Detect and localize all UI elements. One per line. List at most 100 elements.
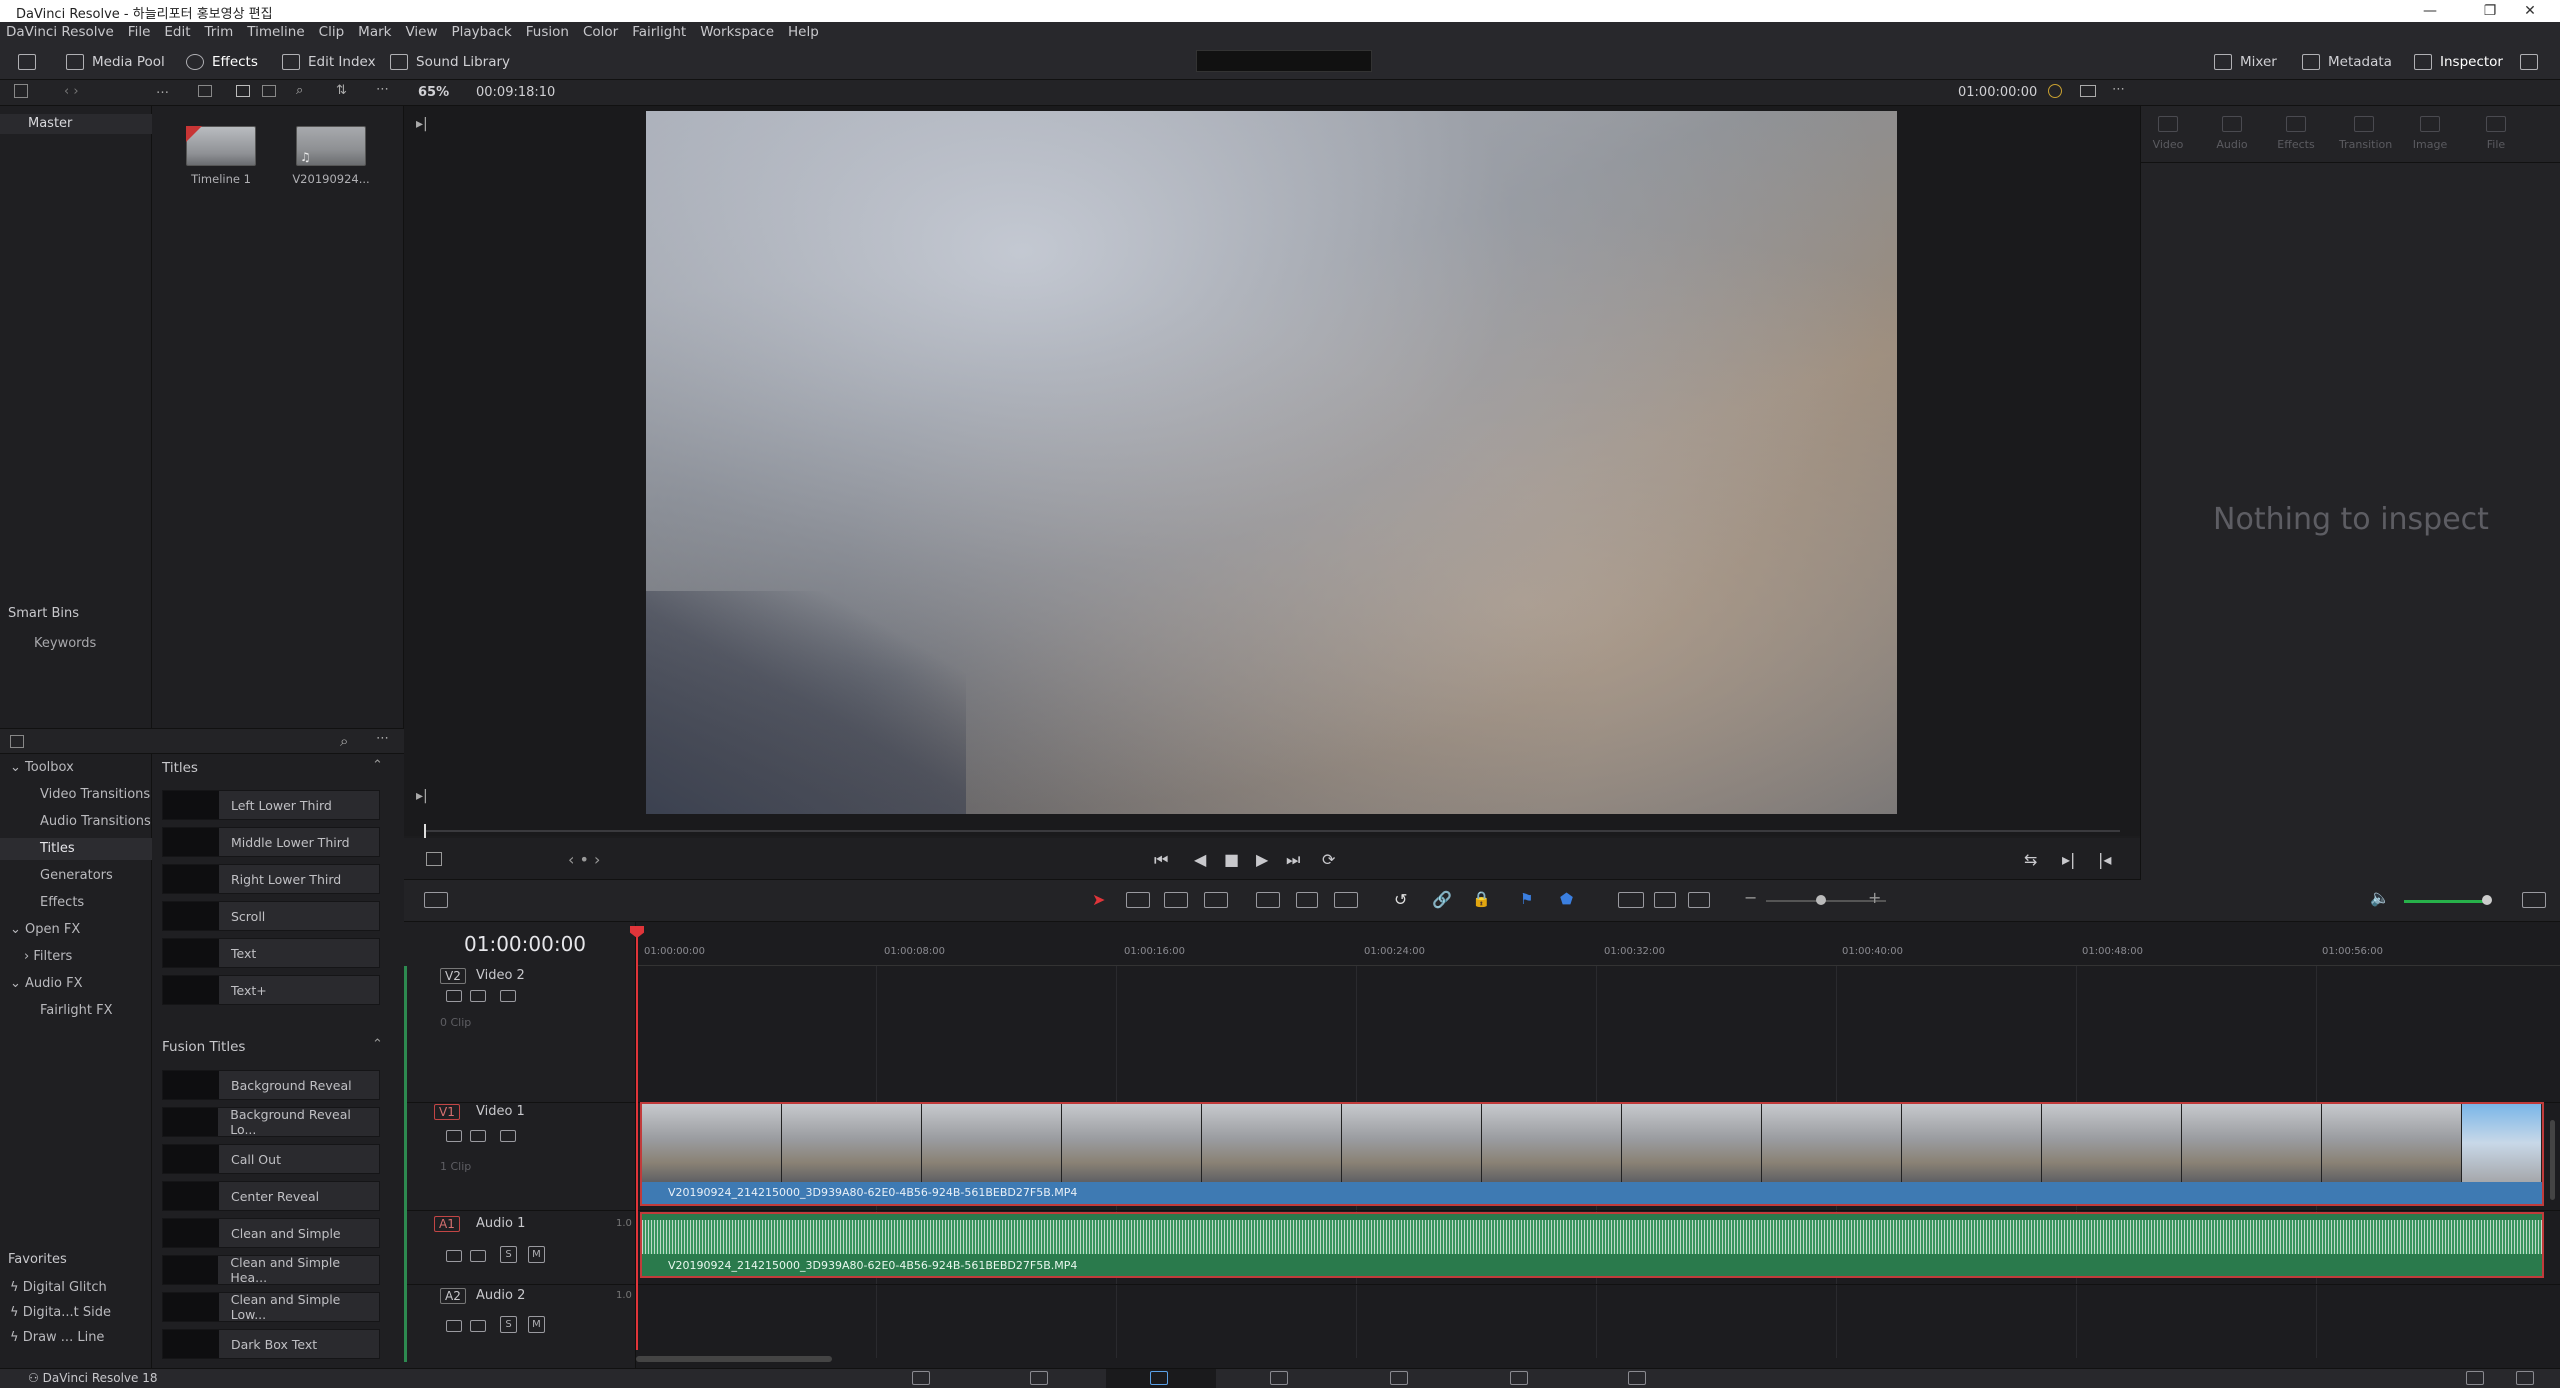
lock-icon[interactable] bbox=[446, 1130, 462, 1142]
menu-fairlight[interactable]: Fairlight bbox=[632, 24, 686, 40]
zoom-out-icon[interactable]: − bbox=[1744, 888, 1757, 907]
menu-fusion[interactable]: Fusion bbox=[526, 24, 569, 40]
volume-slider-handle[interactable] bbox=[2482, 895, 2492, 905]
flag-icon[interactable]: ⚑ bbox=[1520, 890, 1533, 908]
zoom-detail-icon[interactable] bbox=[1654, 892, 1676, 908]
play-icon[interactable]: ▶ bbox=[1256, 850, 1268, 869]
options-icon[interactable]: ⋯ bbox=[376, 82, 389, 97]
tree-filters[interactable]: › Filters bbox=[24, 949, 72, 964]
mixer-button[interactable]: Mixer bbox=[2214, 51, 2277, 73]
track-visibility-icon[interactable] bbox=[500, 1130, 516, 1142]
menu-trim[interactable]: Trim bbox=[205, 24, 234, 40]
timeline-horizontal-scrollbar[interactable] bbox=[636, 1356, 832, 1362]
close-button[interactable]: ✕ bbox=[2500, 0, 2560, 22]
page-edit-icon[interactable] bbox=[1150, 1371, 1168, 1385]
overwrite-clip-icon[interactable] bbox=[1296, 892, 1318, 908]
menu-view[interactable]: View bbox=[405, 24, 437, 40]
auto-select-icon[interactable] bbox=[470, 1250, 486, 1262]
minimize-button[interactable]: — bbox=[2400, 0, 2460, 22]
lock-icon[interactable] bbox=[446, 1320, 462, 1332]
expand-button[interactable] bbox=[2520, 51, 2538, 73]
auto-select-icon[interactable] bbox=[470, 1130, 486, 1142]
audio-clip[interactable]: V20190924_214215000_3D939A80-62E0-4B56-9… bbox=[640, 1212, 2544, 1278]
auto-select-icon[interactable] bbox=[470, 1320, 486, 1332]
page-cut-icon[interactable] bbox=[1030, 1371, 1048, 1385]
viewer-frame[interactable] bbox=[646, 111, 1897, 814]
inspector-tab-video[interactable]: Video bbox=[2143, 116, 2193, 151]
title-item[interactable]: Middle Lower Third bbox=[162, 827, 380, 857]
lock-icon[interactable] bbox=[446, 990, 462, 1002]
panel-collapse-icon[interactable] bbox=[10, 735, 24, 748]
inspector-tab-file[interactable]: File bbox=[2471, 116, 2521, 151]
media-item-video[interactable]: ♫ V20190924... bbox=[276, 114, 386, 190]
sidebar-toggle-icon[interactable] bbox=[14, 84, 28, 98]
selection-tool-icon[interactable]: ➤ bbox=[1092, 890, 1105, 909]
solo-button[interactable]: S bbox=[500, 1246, 517, 1263]
inspector-tab-image[interactable]: Image bbox=[2405, 116, 2455, 151]
lock-icon[interactable] bbox=[446, 1250, 462, 1262]
marker-icon[interactable]: ⬟ bbox=[1560, 890, 1573, 908]
skip-to-end-icon[interactable]: ▸| bbox=[416, 788, 428, 804]
nav-arrows-icon[interactable]: ‹ › bbox=[64, 84, 79, 99]
skip-to-start-icon[interactable]: ▸| bbox=[416, 116, 428, 132]
solo-button[interactable]: S bbox=[500, 1316, 517, 1333]
view-list-icon[interactable] bbox=[262, 85, 276, 97]
zoom-slider-handle[interactable] bbox=[1816, 895, 1826, 905]
clip-sync-icon[interactable] bbox=[2048, 84, 2062, 98]
go-to-start-icon[interactable]: ⏮ bbox=[1154, 850, 1168, 870]
auto-select-icon[interactable] bbox=[470, 990, 486, 1002]
dynamic-trim-icon[interactable] bbox=[1164, 892, 1188, 908]
menu-timeline[interactable]: Timeline bbox=[247, 24, 304, 40]
scrubber-playhead[interactable] bbox=[424, 824, 426, 838]
favorite-item[interactable]: ϟ Draw ... Line bbox=[10, 1330, 104, 1345]
page-deliver-icon[interactable] bbox=[1628, 1371, 1646, 1385]
settings-gear-icon[interactable] bbox=[2516, 1371, 2534, 1385]
effects-button[interactable]: Effects bbox=[186, 51, 258, 73]
media-item-timeline[interactable]: Timeline 1 bbox=[166, 114, 276, 190]
view-grid-icon[interactable] bbox=[236, 85, 250, 97]
tree-effects[interactable]: Effects bbox=[40, 895, 84, 910]
collapse-chevron-icon[interactable]: ⌃ bbox=[372, 1037, 383, 1052]
view-thumbnail-icon[interactable] bbox=[198, 85, 212, 97]
effects-options-icon[interactable]: ⋯ bbox=[376, 731, 389, 746]
menu-playback[interactable]: Playback bbox=[452, 24, 512, 40]
a1-badge[interactable]: A1 bbox=[434, 1216, 460, 1232]
page-color-icon[interactable] bbox=[1390, 1371, 1408, 1385]
fusion-title-item[interactable]: Clean and Simple Hea... bbox=[162, 1255, 380, 1285]
tree-fairlight-fx[interactable]: Fairlight FX bbox=[40, 1003, 113, 1018]
title-item[interactable]: Scroll bbox=[162, 901, 380, 931]
play-reverse-icon[interactable]: ◀ bbox=[1194, 850, 1206, 869]
volume-icon[interactable]: 🔈 bbox=[2370, 888, 2390, 907]
title-item[interactable]: Left Lower Third bbox=[162, 790, 380, 820]
loop-icon[interactable]: ⟳ bbox=[1322, 850, 1335, 869]
menu-file[interactable]: File bbox=[128, 24, 151, 40]
fusion-title-item[interactable]: Clean and Simple Low... bbox=[162, 1292, 380, 1322]
v1-badge[interactable]: V1 bbox=[434, 1104, 460, 1120]
position-lock-icon[interactable]: 🔒 bbox=[1472, 890, 1491, 908]
viewer-mode-switcher[interactable] bbox=[1196, 50, 1372, 72]
inspector-button[interactable]: Inspector bbox=[2414, 51, 2503, 73]
tree-generators[interactable]: Generators bbox=[40, 868, 113, 883]
dim-audio-icon[interactable] bbox=[2522, 892, 2546, 908]
favorite-item[interactable]: ϟ Digital Glitch bbox=[10, 1280, 107, 1295]
viewer-options-icon[interactable]: ⋯ bbox=[2112, 82, 2125, 97]
collapse-chevron-icon[interactable]: ⌃ bbox=[372, 758, 383, 773]
page-fairlight-icon[interactable] bbox=[1510, 1371, 1528, 1385]
master-bin[interactable]: Master bbox=[0, 114, 152, 134]
menu-edit[interactable]: Edit bbox=[164, 24, 190, 40]
page-media-icon[interactable] bbox=[912, 1371, 930, 1385]
v2-track-name[interactable]: Video 2 bbox=[476, 968, 525, 983]
a2-badge[interactable]: A2 bbox=[440, 1288, 466, 1304]
favorite-item[interactable]: ϟ Digita...t Side bbox=[10, 1305, 111, 1320]
prev-edit-icon[interactable]: |◂ bbox=[2098, 850, 2111, 869]
viewer-scrubber[interactable] bbox=[424, 830, 2120, 832]
blade-tool-icon[interactable] bbox=[1204, 892, 1228, 908]
jog-wheel-icon[interactable]: ‹ • › bbox=[568, 850, 600, 869]
metadata-button[interactable]: Metadata bbox=[2302, 51, 2392, 73]
linked-selection-icon[interactable]: 🔗 bbox=[1432, 890, 1452, 909]
replace-clip-icon[interactable] bbox=[1334, 892, 1358, 908]
inspector-tab-effects[interactable]: Effects bbox=[2271, 116, 2321, 151]
effects-search-icon[interactable]: ⌕ bbox=[340, 732, 348, 750]
stop-icon[interactable]: ■ bbox=[1224, 850, 1239, 869]
zoom-level[interactable]: 65% bbox=[418, 85, 449, 100]
